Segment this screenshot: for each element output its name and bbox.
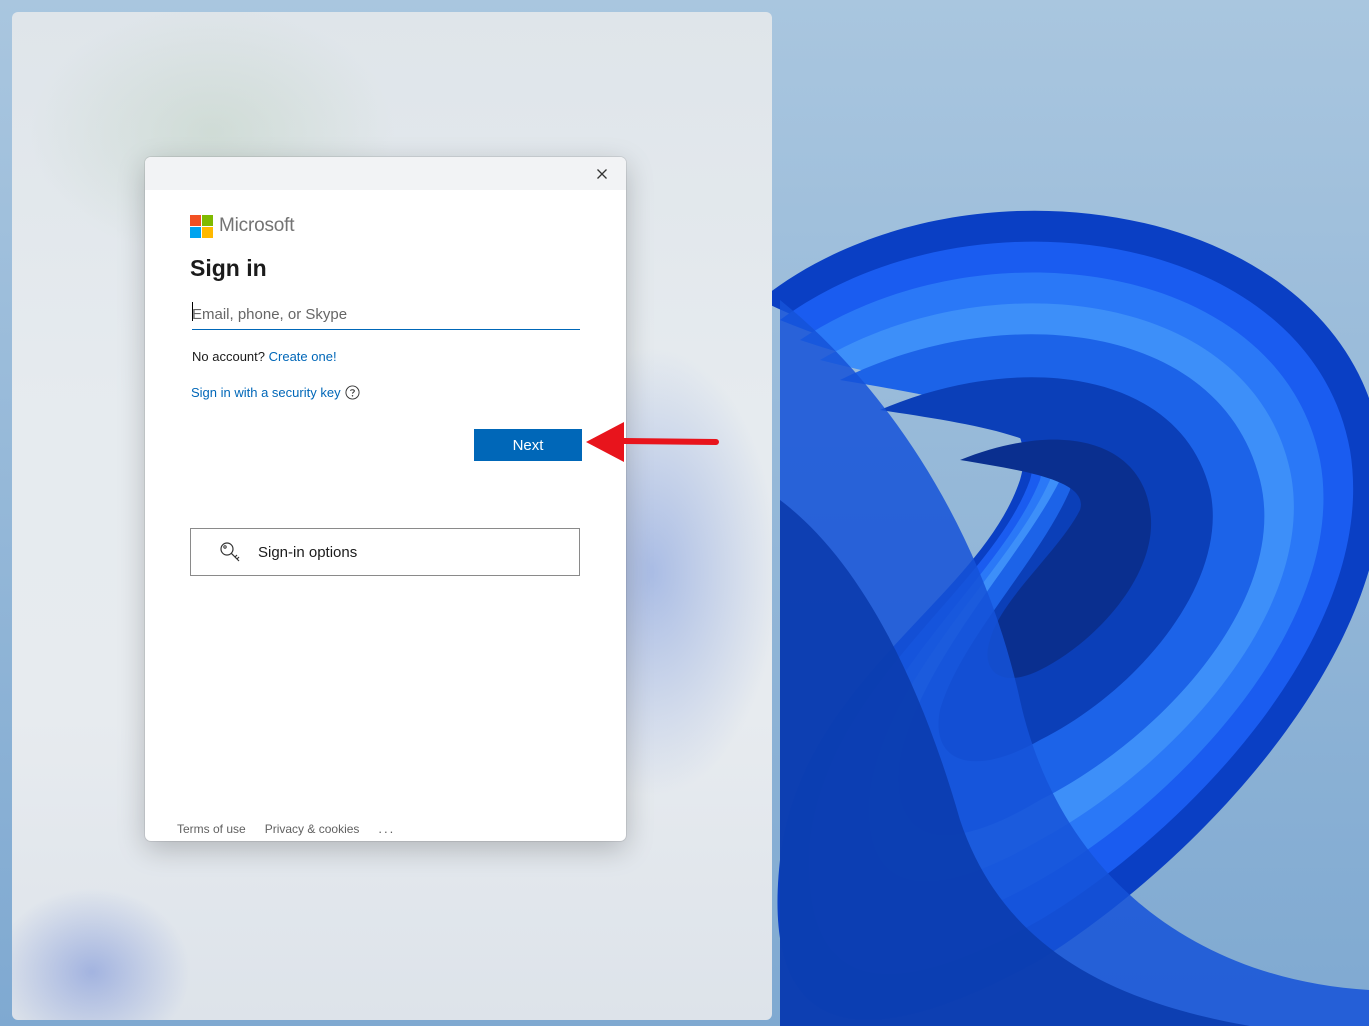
dialog-footer: Terms of use Privacy & cookies ...	[177, 821, 395, 836]
logo-square-green	[202, 214, 213, 226]
signin-options-label: Sign-in options	[258, 543, 358, 561]
next-button[interactable]: Next	[474, 429, 582, 461]
close-button[interactable]	[592, 164, 612, 184]
dialog-titlebar	[145, 157, 626, 190]
security-key-row: Sign in with a security key	[191, 385, 360, 400]
desktop: Microsoft Sign in No account? Create one…	[0, 0, 1369, 1026]
security-key-link[interactable]: Sign in with a security key	[191, 385, 341, 400]
key-search-icon	[220, 542, 240, 562]
close-icon	[597, 169, 607, 179]
signin-options-button[interactable]: Sign-in options	[190, 528, 580, 576]
terms-link[interactable]: Terms of use	[177, 822, 246, 836]
text-caret	[192, 302, 193, 321]
logo-wordmark: Microsoft	[219, 215, 295, 236]
microsoft-logo: Microsoft	[190, 214, 294, 238]
email-field[interactable]	[192, 299, 580, 330]
privacy-link[interactable]: Privacy & cookies	[265, 822, 360, 836]
no-account-label: No account?	[192, 349, 265, 364]
no-account-row: No account? Create one!	[192, 349, 337, 364]
microsoft-logo-icon	[190, 214, 213, 238]
create-account-link[interactable]: Create one!	[269, 349, 337, 364]
more-options-link[interactable]: ...	[378, 821, 395, 836]
signin-dialog: Microsoft Sign in No account? Create one…	[145, 157, 626, 841]
logo-square-red	[190, 214, 201, 226]
logo-square-blue	[190, 226, 201, 238]
page-title: Sign in	[190, 255, 267, 281]
annotation-arrow-icon	[586, 422, 719, 462]
logo-square-yellow	[202, 226, 213, 238]
question-circle-icon[interactable]	[345, 385, 360, 400]
